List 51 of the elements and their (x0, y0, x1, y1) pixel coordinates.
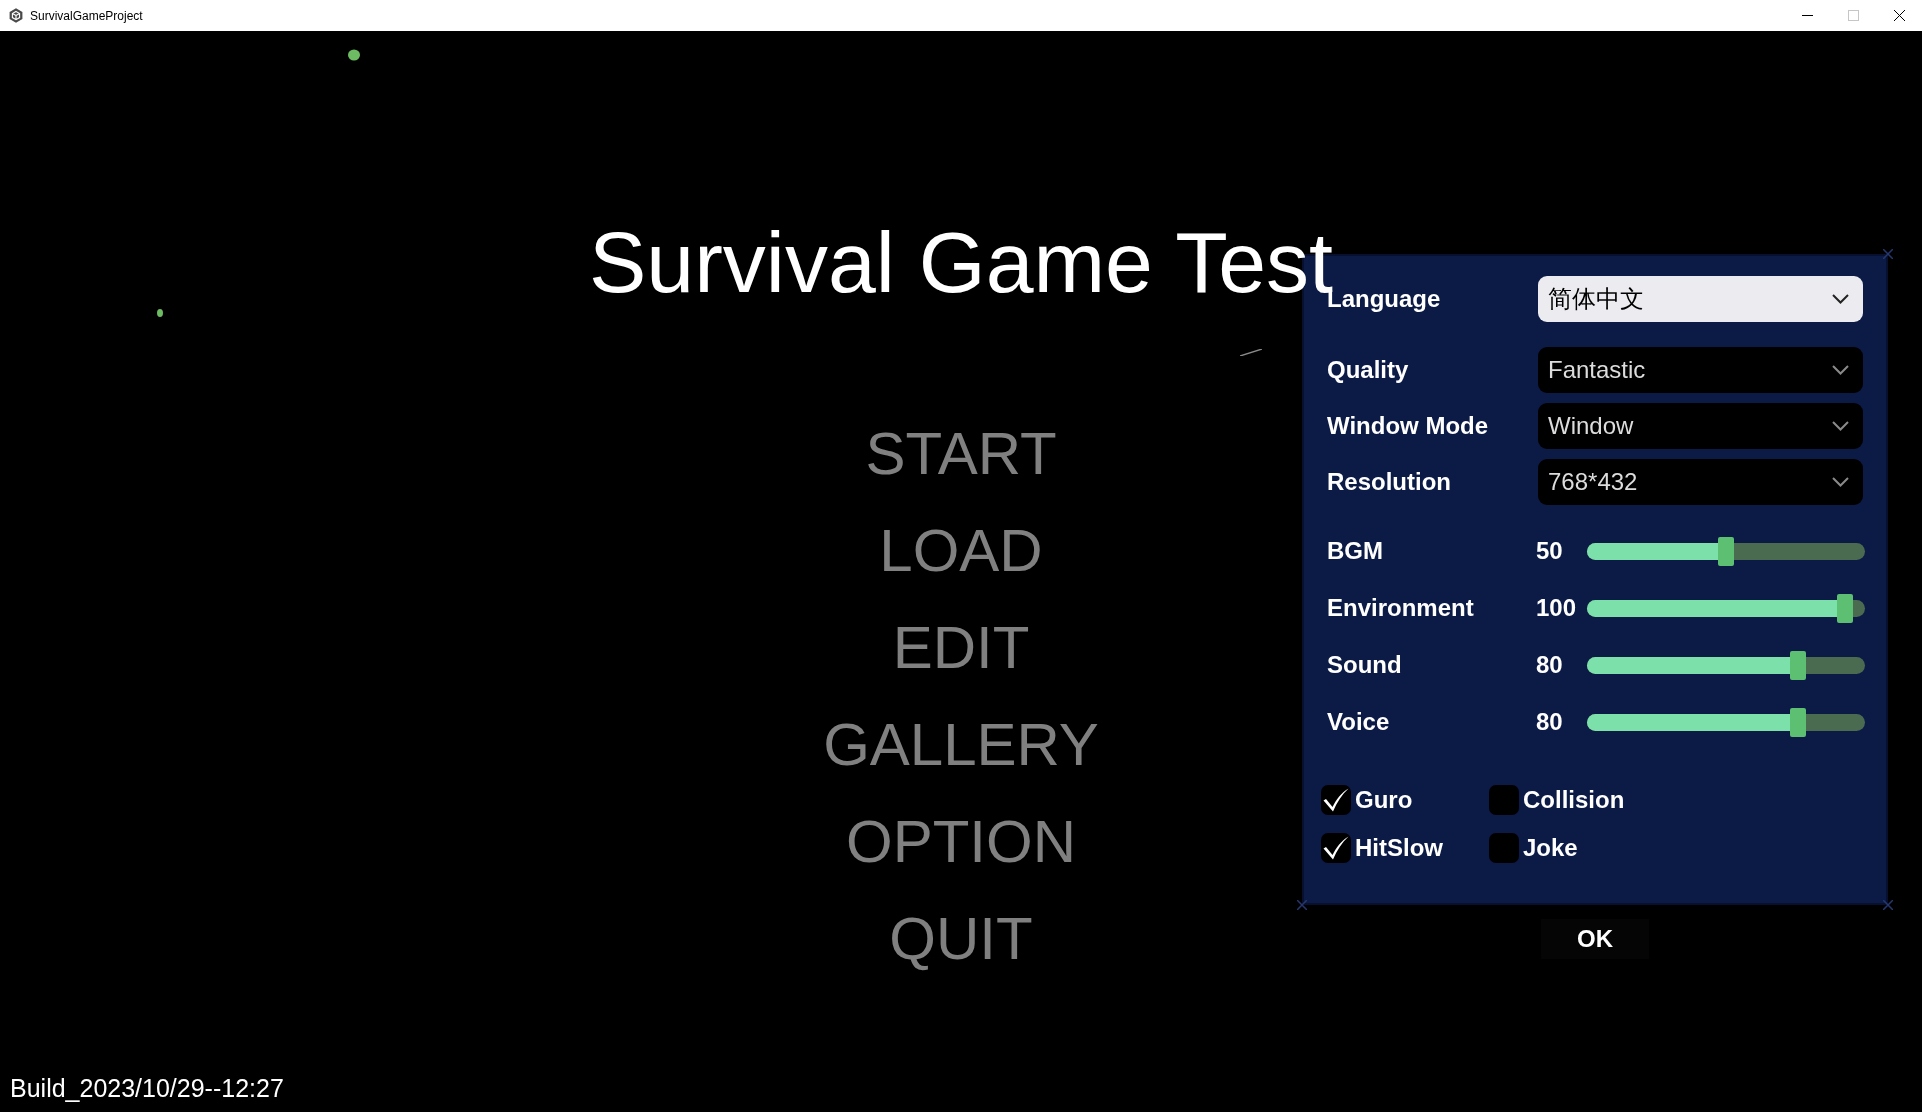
menu-item[interactable]: OPTION (840, 793, 1082, 890)
checkbox[interactable] (1321, 785, 1351, 815)
slider-handle[interactable] (1789, 707, 1806, 737)
chevron-down-icon (1832, 477, 1849, 487)
checkmark-icon (1323, 836, 1349, 860)
corner-handle-icon (1883, 249, 1893, 259)
setting-label: Resolution (1327, 468, 1452, 496)
slider-value: 100 (1536, 594, 1578, 622)
checkbox[interactable] (1489, 833, 1519, 863)
dropdown[interactable]: 768*432 (1538, 459, 1863, 505)
slider-handle[interactable] (1837, 593, 1854, 623)
setting-label: Window Mode (1327, 412, 1490, 440)
dropdown[interactable]: Window (1538, 403, 1863, 449)
slider-value: 50 (1536, 537, 1564, 565)
checkbox-label: Joke (1523, 834, 1578, 862)
checkbox[interactable] (1489, 785, 1519, 815)
spark-icon (1240, 349, 1262, 356)
slider-value: 80 (1536, 708, 1564, 736)
setting-label: Environment (1327, 594, 1475, 622)
chevron-down-icon (1832, 421, 1849, 431)
particle-icon (348, 49, 360, 61)
checkmark-icon (1323, 788, 1349, 812)
dropdown[interactable]: Fantastic (1538, 347, 1863, 393)
slider-handle[interactable] (1789, 650, 1806, 680)
menu-item[interactable]: LOAD (873, 502, 1049, 599)
close-icon (1893, 10, 1905, 21)
corner-handle-icon (1297, 900, 1307, 910)
setting-label: Sound (1327, 651, 1403, 679)
build-label: Build_2023/10/29--12:27 (10, 1073, 284, 1103)
slider-value: 80 (1536, 651, 1564, 679)
app-logo-icon (9, 8, 23, 23)
slider-handle[interactable] (1717, 536, 1734, 566)
menu-item[interactable]: EDIT (886, 599, 1036, 696)
setting-label: BGM (1327, 537, 1384, 565)
chevron-down-icon (1832, 365, 1849, 375)
particle-icon (157, 309, 163, 317)
menu-item[interactable]: GALLERY (817, 696, 1105, 793)
dropdown[interactable]: 简体中文 (1538, 276, 1863, 322)
setting-label: Voice (1327, 708, 1391, 736)
setting-label: Quality (1327, 356, 1410, 384)
checkbox-label: Collision (1523, 786, 1625, 814)
ok-button[interactable]: OK (1541, 919, 1649, 959)
checkbox-label: Guro (1355, 786, 1413, 814)
window-title: SurvivalGameProject (30, 8, 143, 23)
menu-item[interactable]: START (859, 405, 1063, 502)
corner-handle-icon (1883, 900, 1893, 910)
checkbox[interactable] (1321, 833, 1351, 863)
maximize-icon (1847, 10, 1859, 21)
chevron-down-icon (1832, 294, 1849, 304)
menu-item[interactable]: QUIT (883, 890, 1039, 987)
checkbox-label: HitSlow (1355, 834, 1443, 862)
